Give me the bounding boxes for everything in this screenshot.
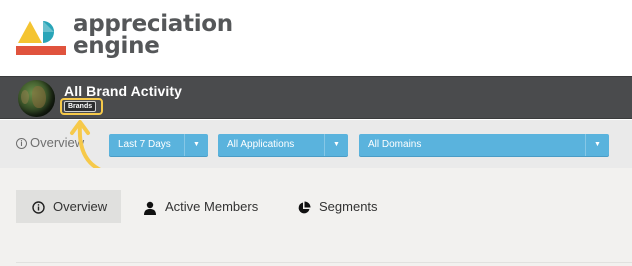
tab-active-members[interactable]: Active Members [143,190,283,223]
context-header: All Brand Activity Brands [0,76,632,119]
section-divider [16,262,632,263]
globe-avatar-icon [18,80,55,117]
tabs-area: Overview Active Members Segments [0,168,632,266]
domains-dropdown[interactable]: All Domains ▼ [359,134,609,156]
person-icon [144,201,156,215]
appreciation-engine-logo-icon [16,21,66,55]
domains-value: All Domains [368,139,422,150]
logo-wordmark: appreciation engine [73,11,233,59]
chevron-down-icon[interactable]: ▼ [585,134,609,156]
info-circle-icon [32,201,45,214]
applications-dropdown[interactable]: All Applications ▼ [218,134,348,156]
chevron-down-icon[interactable]: ▼ [324,134,348,156]
logo-line-2: engine [73,33,160,59]
pie-chart-icon [298,201,311,213]
applications-value: All Applications [227,139,295,150]
tab-active-members-label: Active Members [165,199,259,214]
chevron-down-icon[interactable]: ▼ [184,134,208,156]
app-logo[interactable]: appreciation engine [16,13,236,61]
brands-badge[interactable]: Brands [64,101,97,112]
tab-overview-label: Overview [53,199,108,214]
tab-segments[interactable]: Segments [297,190,407,223]
logo-line-1: appreciation [73,11,233,37]
tab-overview[interactable]: Overview [16,190,121,223]
info-icon: i [16,138,27,149]
page-title: All Brand Activity [64,83,182,99]
tab-segments-label: Segments [319,199,378,214]
